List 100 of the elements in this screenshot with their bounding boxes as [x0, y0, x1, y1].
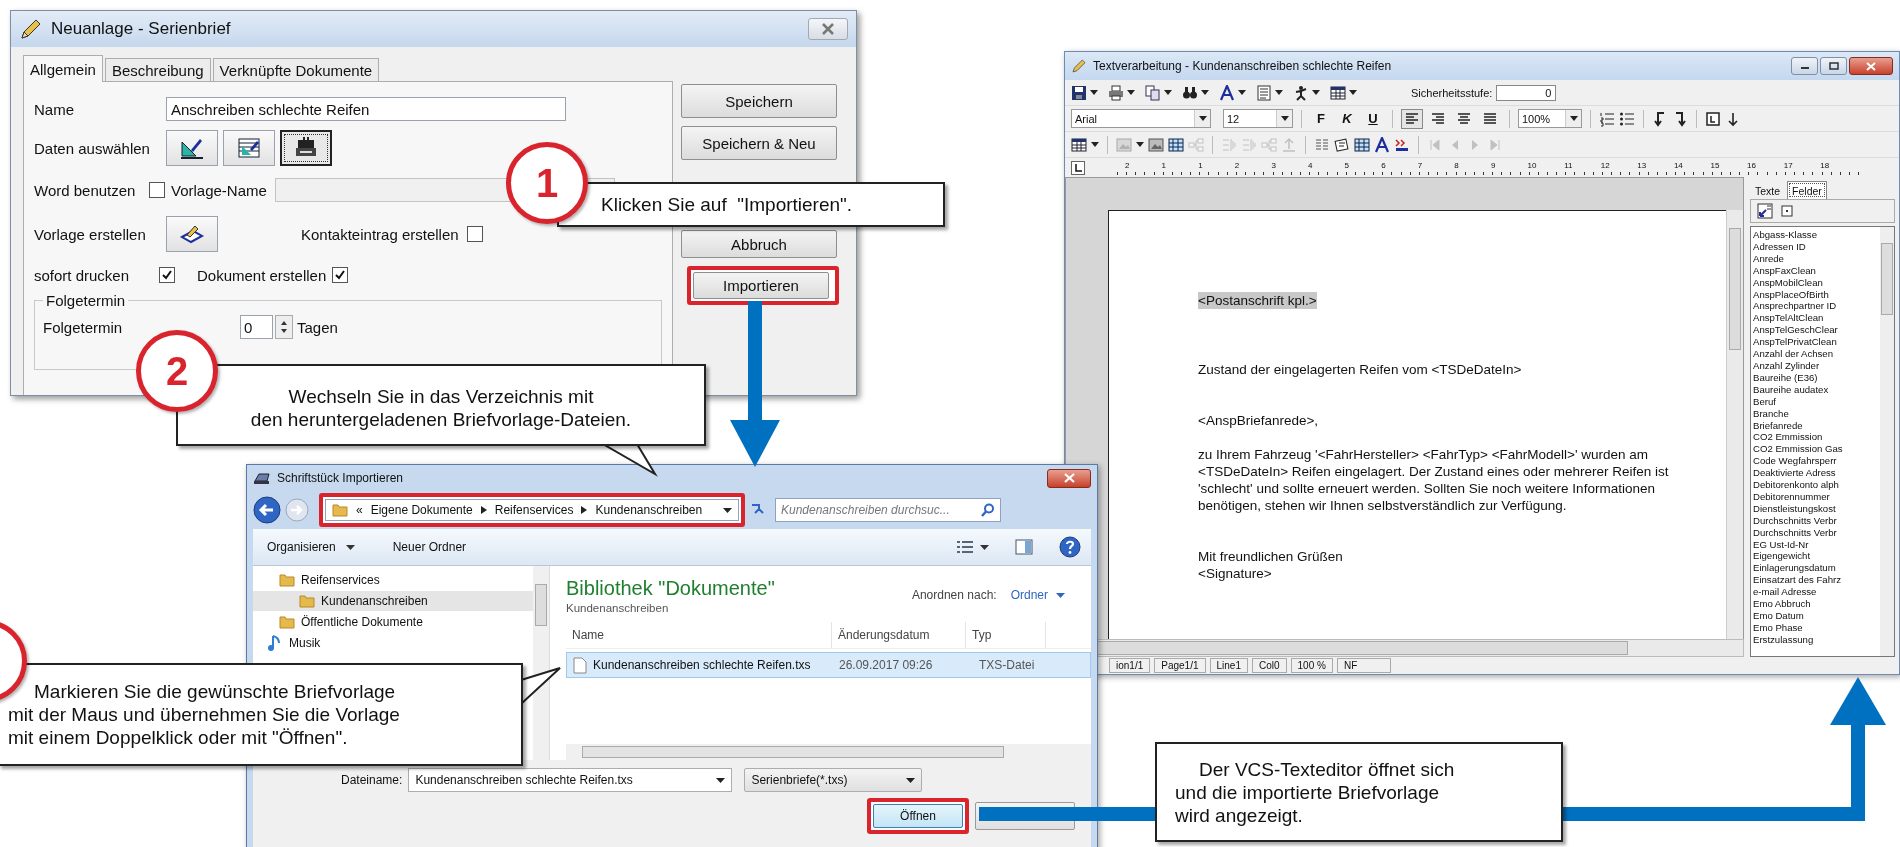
table-grid-icon[interactable] [1354, 136, 1370, 153]
checkbox[interactable] [332, 267, 349, 283]
list-item[interactable]: Anrede [1753, 252, 1880, 265]
list-item[interactable]: Deaktivierte Adress [1753, 467, 1880, 480]
preview-pane-icon[interactable] [1015, 539, 1033, 555]
list-item[interactable]: CO2 Emmission Gas [1753, 443, 1880, 456]
create-template-button[interactable] [166, 216, 218, 252]
list-item[interactable]: AnspTelGeschClear [1753, 324, 1880, 337]
days-field[interactable]: 0 [240, 315, 273, 339]
list-item[interactable]: Einsatzart des Fahrz [1753, 574, 1880, 587]
dropdown-caret-icon[interactable] [1312, 90, 1320, 95]
dropdown-caret-icon[interactable] [1127, 90, 1135, 95]
dropdown-caret-icon[interactable] [1201, 90, 1209, 95]
tab[interactable]: Verknüpfte Dokumente [212, 58, 380, 81]
dialog-button[interactable]: Speichern [681, 84, 837, 118]
minimize-button[interactable] [1791, 57, 1818, 75]
view-options-icon[interactable] [956, 540, 974, 554]
list-item[interactable]: Debitorenkonto alph [1753, 479, 1880, 491]
list-item[interactable]: Einlagerungsdatum [1753, 562, 1880, 575]
format-button[interactable]: K [1336, 108, 1358, 129]
font-icon[interactable] [1374, 136, 1390, 153]
list-item[interactable]: Eigengewicht [1753, 550, 1880, 563]
close-button[interactable] [1047, 468, 1091, 488]
list-item[interactable]: Adressen ID [1753, 240, 1880, 253]
save-icon[interactable] [1071, 84, 1087, 101]
data-source-button[interactable] [166, 130, 218, 166]
tab[interactable]: Felder [1787, 181, 1827, 199]
list-item[interactable]: AnspFaxClean [1753, 264, 1880, 277]
list-item[interactable]: Durchschnitts Verbr [1753, 526, 1880, 539]
spellcheck-icon[interactable] [1394, 136, 1410, 153]
close-button[interactable] [808, 18, 848, 40]
list-item[interactable]: Anzahl Zylinder [1753, 359, 1880, 372]
table-icon[interactable] [1071, 136, 1087, 153]
dropdown-caret-icon[interactable] [1164, 90, 1172, 95]
image-icon[interactable] [1148, 136, 1164, 153]
list-item[interactable]: Beruf [1753, 395, 1880, 408]
list-item[interactable]: Baureihe audatex [1753, 383, 1880, 396]
field-icon[interactable] [1781, 205, 1793, 217]
file-type-dropdown[interactable]: Serienbriefe(*.txs) [744, 768, 923, 792]
table-grid-icon[interactable] [1168, 136, 1184, 153]
dropdown-caret-icon[interactable] [1275, 90, 1283, 95]
list-item[interactable]: Emo Phase [1753, 621, 1880, 634]
checkbox[interactable] [159, 267, 175, 283]
list-item[interactable]: Erstzulassung [1753, 633, 1880, 646]
dropdown-caret-icon[interactable] [980, 544, 989, 550]
list-item[interactable]: AnspTelPrivatClean [1753, 336, 1880, 349]
list-item[interactable]: CO2 Emmission [1753, 431, 1880, 444]
arrange-dropdown[interactable]: Ordner [1010, 588, 1048, 602]
list-item[interactable]: Branche [1753, 407, 1880, 420]
close-button[interactable] [1849, 57, 1893, 75]
dialog-button[interactable]: Speichern & Neu [681, 126, 837, 160]
dropdown-caret-icon[interactable] [1238, 90, 1246, 95]
insert-field-icon[interactable] [1757, 203, 1773, 219]
list-item[interactable]: AnspPlaceOfBirth [1753, 288, 1880, 301]
bullet-list-icon[interactable] [1619, 110, 1635, 127]
printer-icon[interactable] [1108, 84, 1124, 101]
breadcrumb[interactable]: Eigene Dokumente [370, 503, 473, 517]
list-item[interactable]: Dienstleistungskost [1753, 502, 1880, 515]
figure-icon[interactable] [1293, 84, 1309, 101]
table-icon[interactable] [1330, 84, 1346, 101]
zoom-dropdown[interactable]: 100% [1518, 109, 1582, 128]
list-item[interactable]: Code Wegfahrsperr [1753, 455, 1880, 468]
dropdown-caret-icon[interactable] [1569, 116, 1578, 121]
dropdown-caret-icon[interactable] [1280, 116, 1289, 121]
dialog-button[interactable]: Importieren [693, 272, 829, 299]
list-item[interactable]: Baureihe (E36) [1753, 371, 1880, 384]
address-bar[interactable]: « Eigene Dokumente Reifenservices Kundenanschreiben [325, 499, 739, 521]
column-header[interactable]: Name [566, 622, 832, 648]
breadcrumb[interactable]: Kundenanschreiben [595, 503, 703, 517]
tab[interactable]: Allgemein [23, 55, 103, 82]
down-arrow-icon[interactable] [1725, 110, 1741, 127]
toolbar-button[interactable]: Organisieren [263, 540, 340, 554]
dropdown-caret-icon[interactable] [716, 777, 726, 783]
tab[interactable]: Texte [1750, 183, 1786, 199]
align-button[interactable] [1401, 108, 1423, 129]
list-item[interactable]: Debitorennummer [1753, 490, 1880, 503]
dropdown-caret-icon[interactable] [723, 507, 732, 513]
list-item[interactable]: Emo Abbruch [1753, 598, 1880, 610]
security-level-field[interactable]: 0 [1496, 84, 1557, 101]
frame-icon[interactable] [1705, 110, 1721, 127]
chevron-icon[interactable] [480, 506, 487, 514]
list-item[interactable]: Briefanrede [1753, 419, 1880, 432]
tab-stop-button[interactable] [1071, 160, 1085, 175]
stamp-icon[interactable] [1334, 136, 1350, 153]
format-button[interactable]: F [1310, 108, 1332, 129]
column-header[interactable]: Änderungsdatum [832, 622, 966, 648]
dropdown-caret-icon[interactable] [1091, 142, 1099, 147]
vertical-scrollbar[interactable] [1880, 227, 1894, 656]
font-dropdown[interactable]: Arial [1071, 109, 1211, 128]
list-item[interactable]: AnspMobilClean [1753, 276, 1880, 289]
numbered-list-icon[interactable] [1599, 110, 1615, 127]
nav-item[interactable]: Reifenservices [253, 570, 533, 590]
filename-field[interactable]: Kundenanschreiben schlechte Reifen.txs [408, 768, 733, 792]
horizontal-scrollbar[interactable] [566, 744, 1091, 760]
spin-buttons[interactable] [275, 315, 293, 339]
chevron-icon[interactable] [581, 506, 588, 514]
size-dropdown[interactable]: 12 [1223, 109, 1293, 128]
format-button[interactable]: U [1362, 108, 1384, 129]
name-field[interactable]: Anschreiben schlechte Reifen [166, 97, 566, 121]
column-header[interactable]: Typ [966, 622, 1046, 648]
